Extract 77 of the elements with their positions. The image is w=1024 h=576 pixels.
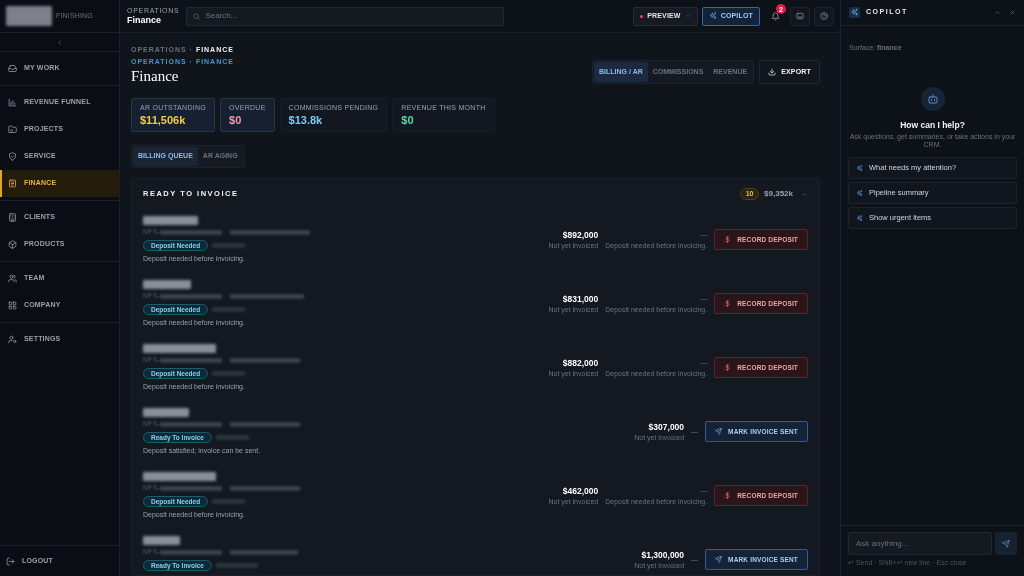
row-amount: $307,000 — [648, 421, 685, 432]
users-icon — [8, 274, 17, 283]
redacted-text — [216, 563, 258, 568]
dollar-icon — [724, 364, 732, 371]
send-button[interactable] — [995, 532, 1017, 555]
chat-input[interactable]: Ask anything... — [856, 537, 984, 550]
redacted-text — [160, 485, 223, 491]
redacted-name — [143, 280, 191, 289]
redacted-text — [230, 421, 301, 427]
logout-icon — [6, 556, 15, 566]
redacted-text — [230, 549, 299, 555]
redacted-text — [212, 371, 246, 376]
header-title: Finance — [127, 14, 162, 26]
row-amount: $892,000 — [562, 229, 599, 240]
download-icon — [768, 68, 777, 76]
sparkles-icon — [856, 164, 863, 172]
document-icon — [8, 179, 17, 188]
redacted-name — [143, 536, 180, 545]
building-icon — [8, 213, 17, 222]
grid-icon — [8, 301, 17, 310]
status-dot-icon — [640, 14, 644, 18]
redacted-name — [143, 216, 198, 225]
inbox-icon — [8, 64, 17, 73]
folder-icon — [8, 125, 17, 134]
send-icon — [715, 556, 723, 563]
package-icon — [8, 240, 17, 249]
redacted-text — [160, 357, 223, 363]
row-amount: $882,000 — [562, 357, 599, 368]
redacted-text — [160, 229, 223, 235]
kpi-value: $0 — [229, 113, 243, 127]
sparkles-icon — [856, 189, 863, 197]
redacted-text — [212, 307, 246, 312]
user-icon — [8, 335, 17, 344]
bell-icon — [770, 11, 780, 21]
sparkles-icon — [856, 214, 863, 222]
help-button[interactable] — [814, 6, 834, 26]
row-amount: $1,300,000 — [641, 549, 685, 560]
logo-placeholder — [6, 6, 52, 26]
search-icon — [193, 12, 201, 20]
send-icon — [715, 428, 723, 435]
shield-check-icon — [8, 152, 17, 161]
close-icon[interactable] — [1009, 9, 1016, 16]
redacted-text — [212, 499, 246, 504]
redacted-text — [212, 243, 246, 248]
redacted-text — [230, 485, 301, 491]
redacted-name — [143, 408, 189, 417]
redacted-text — [160, 293, 223, 299]
kpi-value: $11,506k — [140, 113, 187, 127]
copilot-heading: How can I help? — [900, 120, 965, 130]
search-input[interactable]: Search... — [205, 10, 498, 22]
page-title: Finance — [131, 67, 180, 85]
chevron-left-icon[interactable] — [56, 38, 63, 46]
redacted-text — [230, 357, 301, 363]
dollar-icon — [724, 492, 732, 499]
chevron-up-icon[interactable] — [994, 9, 1001, 16]
sparkles-icon — [849, 7, 860, 18]
robot-icon — [920, 87, 945, 111]
search-field[interactable]: Search... — [186, 6, 505, 26]
redacted-text — [160, 421, 223, 427]
sparkles-icon — [708, 12, 717, 20]
chevron-down-icon — [684, 13, 691, 19]
monitor-icon — [796, 12, 804, 20]
chevron-up-icon[interactable] — [801, 190, 808, 198]
queue-total: $9,352k — [764, 188, 793, 200]
redacted-text — [160, 549, 223, 555]
panel-button[interactable] — [790, 6, 810, 26]
bar-chart-icon — [8, 98, 17, 107]
help-icon — [820, 12, 828, 20]
chat-field[interactable]: Ask anything... — [848, 532, 992, 555]
kpi-value: $0 — [401, 113, 415, 127]
dollar-icon — [724, 236, 732, 243]
dollar-icon — [724, 300, 732, 307]
row-amount: $831,000 — [562, 293, 599, 304]
send-icon — [1002, 539, 1010, 548]
redacted-text — [216, 435, 249, 440]
kpi-value: $13.8k — [288, 113, 324, 127]
row-amount: $462,000 — [562, 485, 599, 496]
